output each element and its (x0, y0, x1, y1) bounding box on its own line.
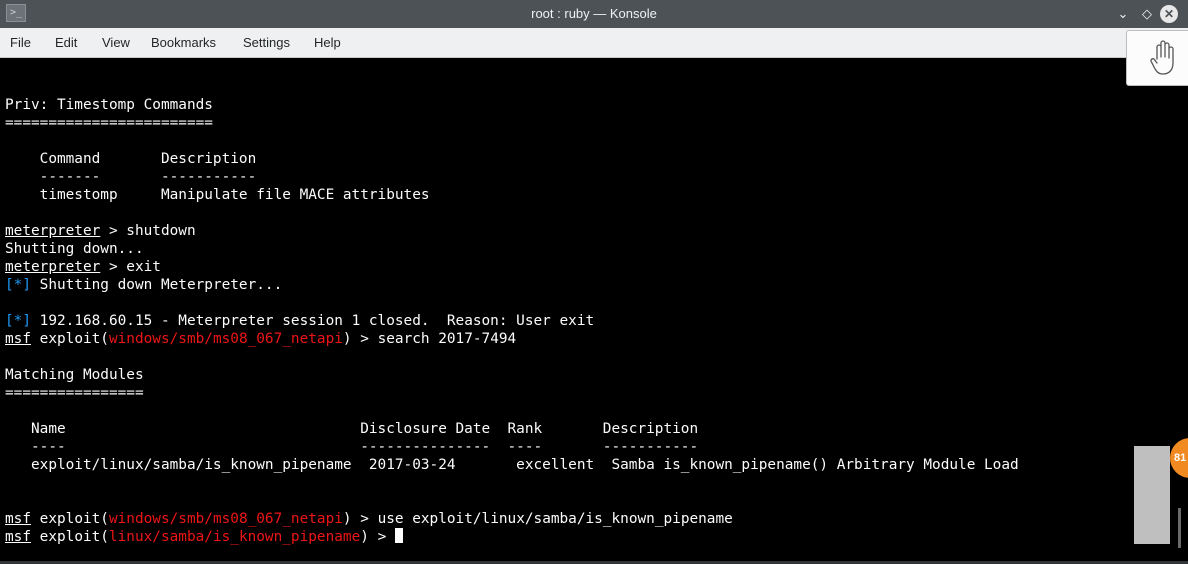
command-table-row: timestomp Manipulate file MACE attribute… (5, 187, 430, 203)
close-icon[interactable]: ✕ (1160, 5, 1178, 23)
matching-header: Matching Modules (5, 367, 144, 383)
shutting-down-output: Shutting down... (5, 241, 144, 257)
meterpreter-prompt: meterpreter (5, 259, 101, 275)
menu-file[interactable]: File (10, 28, 31, 58)
search-command: ) > search 2017-7494 (342, 331, 517, 347)
info-shutting-line: [*] Shutting down Meterpreter... (5, 276, 282, 294)
desktop-widget-image (1134, 446, 1170, 544)
command-table-header: Command Description (5, 151, 257, 167)
menu-bookmarks[interactable]: Bookmarks (151, 28, 216, 58)
menu-view[interactable]: View (102, 28, 130, 58)
matching-rule: ================ (5, 385, 144, 401)
meterpreter-prompt: meterpreter (5, 223, 101, 239)
module-ms08: windows/smb/ms08_067_netapi (108, 511, 343, 527)
info-shutting-text: Shutting down Meterpreter... (31, 277, 283, 293)
info-session-text: 192.168.60.15 - Meterpreter session 1 cl… (31, 313, 595, 329)
command-table-rule: ------- ----------- (5, 169, 257, 185)
msf-search-line: msf exploit(windows/smb/ms08_067_netapi)… (5, 330, 516, 348)
prompt-close: ) > (360, 529, 395, 545)
shutdown-command: > shutdown (100, 223, 196, 239)
msf-prompt: msf (5, 331, 31, 347)
minimize-icon[interactable]: ⌄ (1114, 5, 1132, 23)
timestomp-header: Priv: Timestomp Commands (5, 97, 213, 113)
hand-cursor-icon (1150, 40, 1174, 75)
info-marker: [*] (5, 277, 31, 293)
text-cursor (394, 528, 403, 543)
hand-cursor-popup (1126, 30, 1188, 86)
menu-edit[interactable]: Edit (55, 28, 77, 58)
scrollbar-thumb[interactable] (1178, 508, 1181, 548)
keep-above-icon[interactable]: ◇ (1138, 5, 1156, 23)
timestomp-rule: ======================== (5, 115, 213, 131)
module-table-rule: ---- --------------- ---- ----------- (5, 439, 699, 455)
msf-prompt: msf (5, 511, 31, 527)
menu-settings[interactable]: Settings (243, 28, 290, 58)
module-table-row: exploit/linux/samba/is_known_pipename 20… (5, 457, 1019, 473)
meterpreter-exit-line: meterpreter > exit (5, 258, 161, 276)
menu-bar: File Edit View Bookmarks Settings Help (0, 28, 1188, 58)
msf-current-prompt-line[interactable]: msf exploit(linux/samba/is_known_pipenam… (5, 528, 403, 546)
terminal-output[interactable]: Priv: Timestomp Commands ===============… (0, 58, 1188, 564)
module-samba: linux/samba/is_known_pipename (108, 529, 361, 545)
msf-prompt: msf (5, 529, 31, 545)
exploit-open: exploit( (31, 529, 109, 545)
window-title: root : ruby — Konsole (531, 6, 657, 21)
info-session-line: [*] 192.168.60.15 - Meterpreter session … (5, 312, 594, 330)
window-titlebar[interactable]: >_ root : ruby — Konsole ⌄ ◇ ✕ (0, 0, 1188, 28)
msf-use-line: msf exploit(windows/smb/ms08_067_netapi)… (5, 510, 733, 528)
use-command: ) > use exploit/linux/samba/is_known_pip… (342, 511, 733, 527)
menu-help[interactable]: Help (314, 28, 341, 58)
exploit-open: exploit( (31, 331, 109, 347)
exploit-open: exploit( (31, 511, 109, 527)
info-marker: [*] (5, 313, 31, 329)
module-table-header: Name Disclosure Date Rank Description (5, 421, 699, 437)
exit-command: > exit (100, 259, 161, 275)
module-ms08: windows/smb/ms08_067_netapi (108, 331, 343, 347)
meterpreter-shutdown-line: meterpreter > shutdown (5, 222, 196, 240)
